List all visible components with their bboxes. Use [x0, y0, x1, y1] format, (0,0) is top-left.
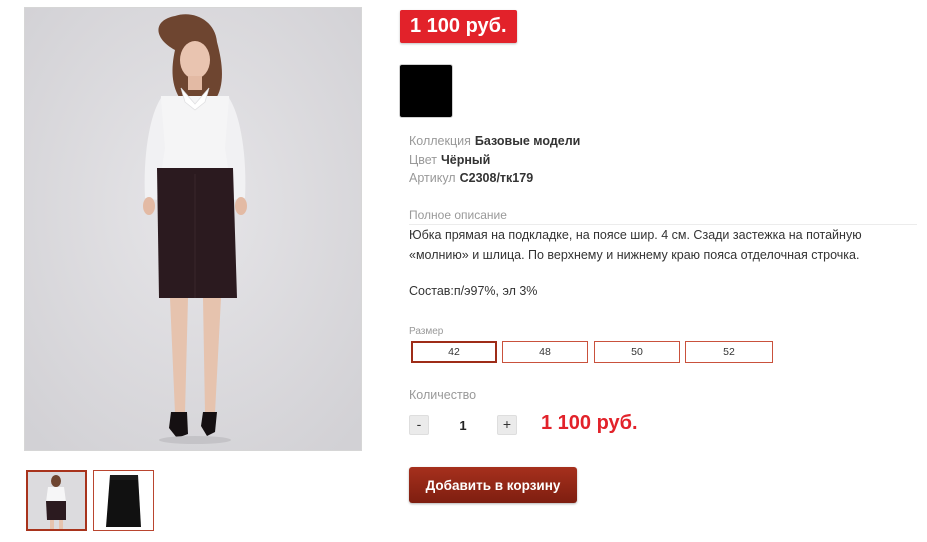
thumbnail-skirt[interactable]	[93, 470, 154, 531]
property-label: Коллекция	[409, 134, 471, 148]
size-option-50[interactable]: 50	[594, 341, 680, 363]
product-properties: Коллекция Базовые модели Цвет Чёрный Артик…	[409, 132, 580, 188]
property-color: Цвет Чёрный	[409, 151, 580, 170]
property-article: Артикул С2308/тк179	[409, 169, 580, 188]
quantity-minus-button[interactable]: -	[409, 415, 429, 435]
property-value: Чёрный	[441, 152, 491, 167]
model-photo	[25, 8, 361, 450]
quantity-plus-button[interactable]: +	[497, 415, 517, 435]
description-composition: Состав:п/э97%, эл 3%	[409, 284, 538, 298]
description-text: Юбка прямая на подкладке, на поясе шир. …	[409, 228, 862, 262]
quantity-label: Количество	[409, 388, 477, 402]
size-label: Размер	[409, 326, 444, 337]
property-label: Артикул	[409, 171, 456, 185]
thumbnail-model[interactable]	[26, 470, 87, 531]
total-price: 1 100 руб.	[541, 412, 638, 434]
color-swatch-black[interactable]	[399, 64, 453, 118]
property-value: С2308/тк179	[459, 171, 534, 185]
description-title: Полное описание	[409, 208, 917, 225]
price-badge: 1 100 руб.	[400, 10, 517, 43]
size-option-48[interactable]: 48	[502, 341, 588, 363]
size-option-52[interactable]: 52	[685, 341, 773, 363]
property-label: Цвет	[409, 152, 438, 167]
thumbnail-skirt-image	[94, 471, 153, 530]
property-value: Базовые модели	[474, 134, 581, 148]
quantity-input[interactable]: 1	[448, 418, 478, 433]
property-collection: Коллекция Базовые модели	[409, 132, 580, 151]
main-product-image[interactable]	[24, 7, 362, 451]
size-option-42[interactable]: 42	[411, 341, 497, 363]
add-to-cart-button[interactable]: Добавить в корзину	[409, 467, 577, 503]
thumbnail-model-image	[28, 472, 85, 529]
